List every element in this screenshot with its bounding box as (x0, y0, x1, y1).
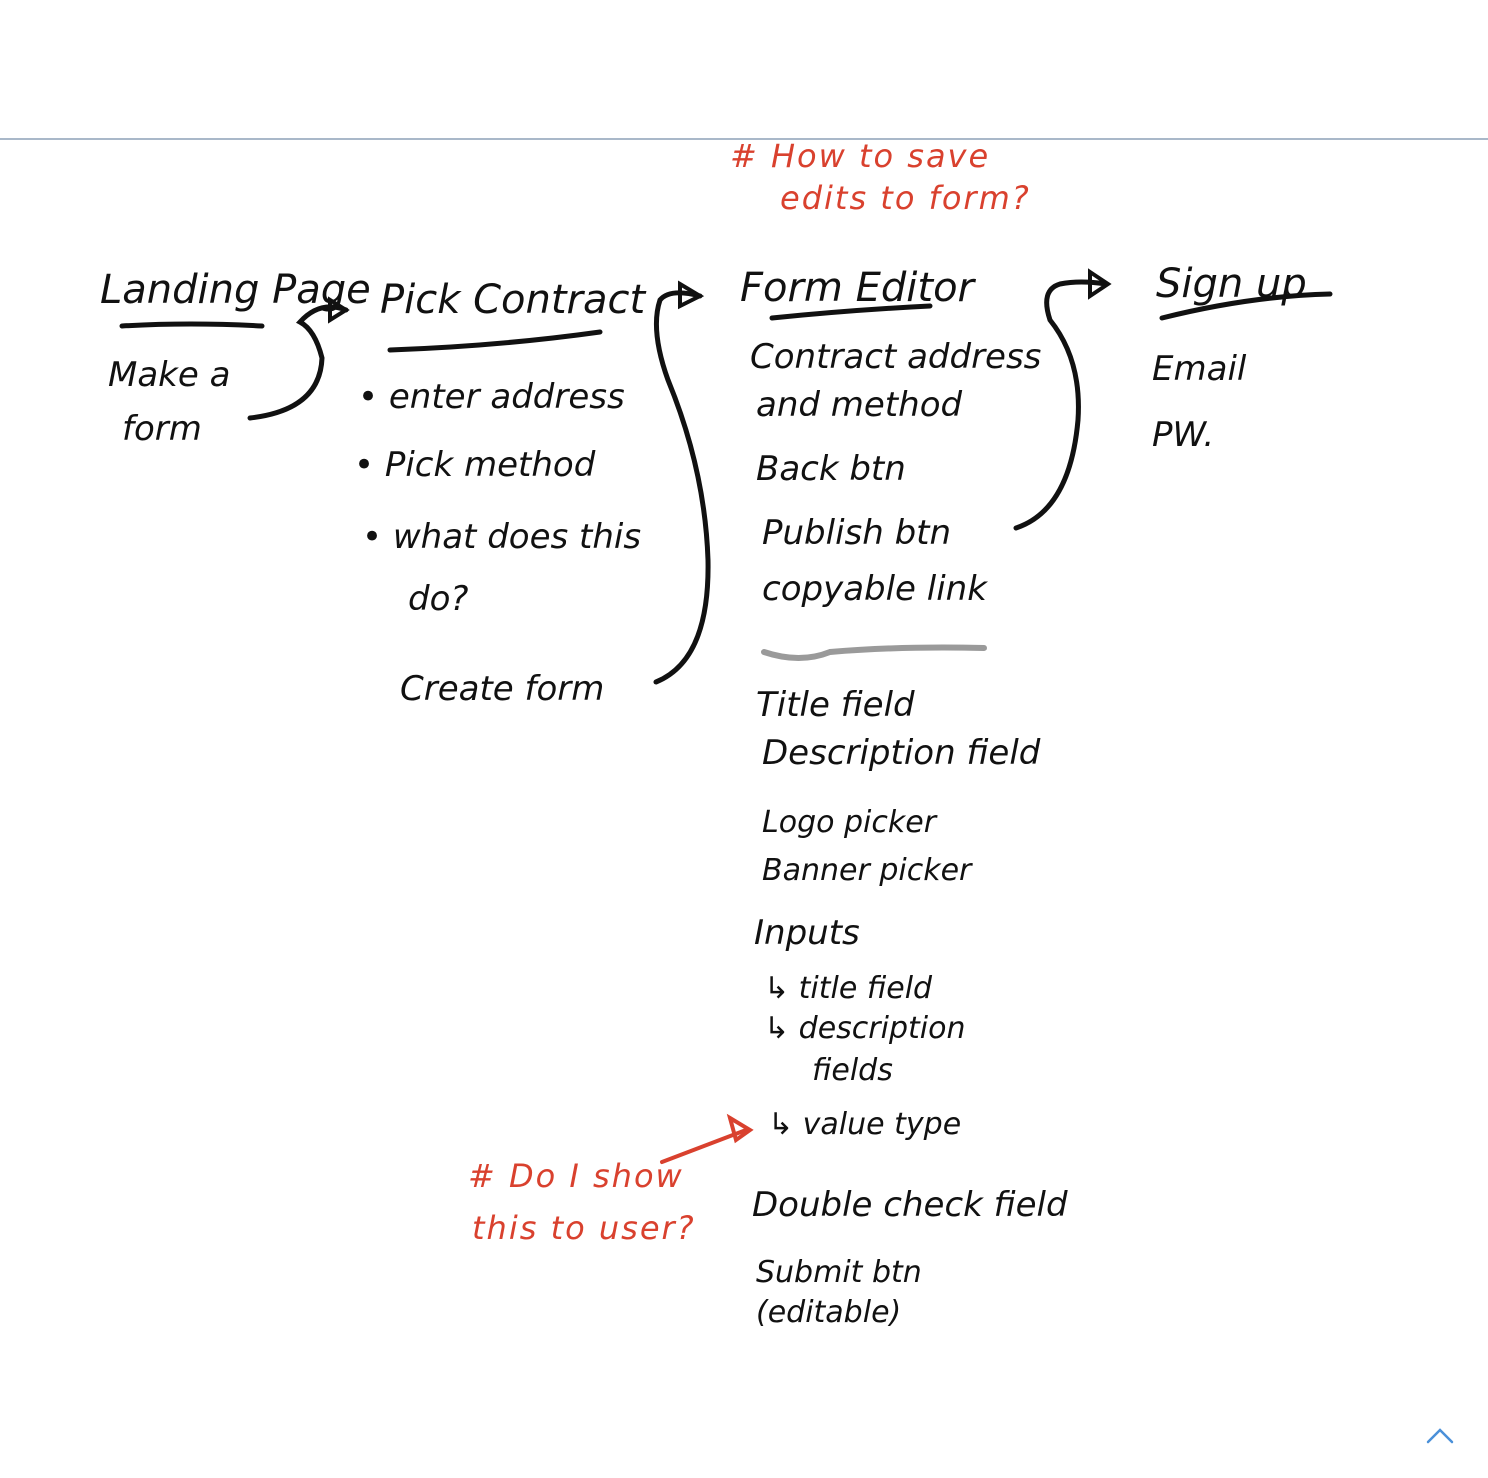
form-editor-copyable-link: copyable link (762, 569, 987, 609)
signup-email: Email (1152, 349, 1247, 389)
arrow-publish-to-signup (1013, 279, 1109, 531)
form-editor-editable: (editable) (756, 1295, 902, 1330)
signup-title: Sign up (1156, 261, 1307, 307)
arrow-head-signup (1088, 268, 1112, 300)
form-editor-double-check-field: Double check field (752, 1185, 1068, 1225)
editor-section-divider (761, 644, 987, 661)
inputs-title-field: ↳ title field (764, 971, 933, 1006)
note-save-edits-line1: # How to save (730, 137, 991, 175)
form-editor-description-field: Description field (762, 733, 1041, 773)
form-editor-title: Form Editor (740, 265, 974, 311)
form-editor-logo-picker: Logo picker (762, 805, 937, 840)
arrow-create-to-editor (653, 290, 711, 685)
form-editor-inputs-title: Inputs (754, 913, 860, 953)
pick-contract-item-what-does: • what does this (362, 517, 642, 557)
landing-underline (119, 321, 265, 329)
pick-contract-item-address: • enter address (358, 377, 625, 417)
pick-contract-item-do: do? (408, 579, 469, 619)
note-show-user-line2: this to user? (472, 1209, 696, 1247)
landing-item-form: form (122, 409, 202, 449)
form-editor-and-method: and method (756, 385, 963, 425)
form-editor-contract-address: Contract address (750, 337, 1042, 377)
landing-page-title: Landing Page (100, 267, 371, 313)
create-form-label: Create form (400, 669, 605, 709)
signup-password: PW. (1152, 415, 1215, 455)
arrow-head-editor (678, 280, 705, 310)
pick-contract-title: Pick Contract (380, 277, 646, 323)
whiteboard-canvas: # How to save edits to form? Landing Pag… (0, 0, 1488, 1478)
pick-contract-underline (387, 329, 603, 353)
inputs-fields: fields (812, 1053, 893, 1088)
inputs-value-type: ↳ value type (768, 1107, 962, 1142)
inputs-description: ↳ description (764, 1011, 966, 1046)
form-editor-publish-btn: Publish btn (762, 513, 952, 553)
form-editor-title-field: Title field (756, 685, 915, 725)
ink-strokes (119, 268, 1333, 1164)
pick-contract-item-method: • Pick method (354, 445, 596, 485)
arrow-head-value-type (726, 1113, 754, 1144)
note-show-user-line1: # Do I show (468, 1157, 684, 1195)
scroll-up-button[interactable] (1422, 1420, 1458, 1450)
form-editor-banner-picker: Banner picker (762, 853, 972, 888)
landing-item-make-a: Make a (108, 355, 231, 395)
form-editor-back-btn: Back btn (756, 449, 906, 489)
form-editor-submit-btn: Submit btn (756, 1255, 922, 1290)
chevron-up-icon (1426, 1428, 1454, 1444)
arrow-landing-to-pick (247, 304, 349, 421)
note-save-edits-line2: edits to form? (780, 179, 1031, 217)
